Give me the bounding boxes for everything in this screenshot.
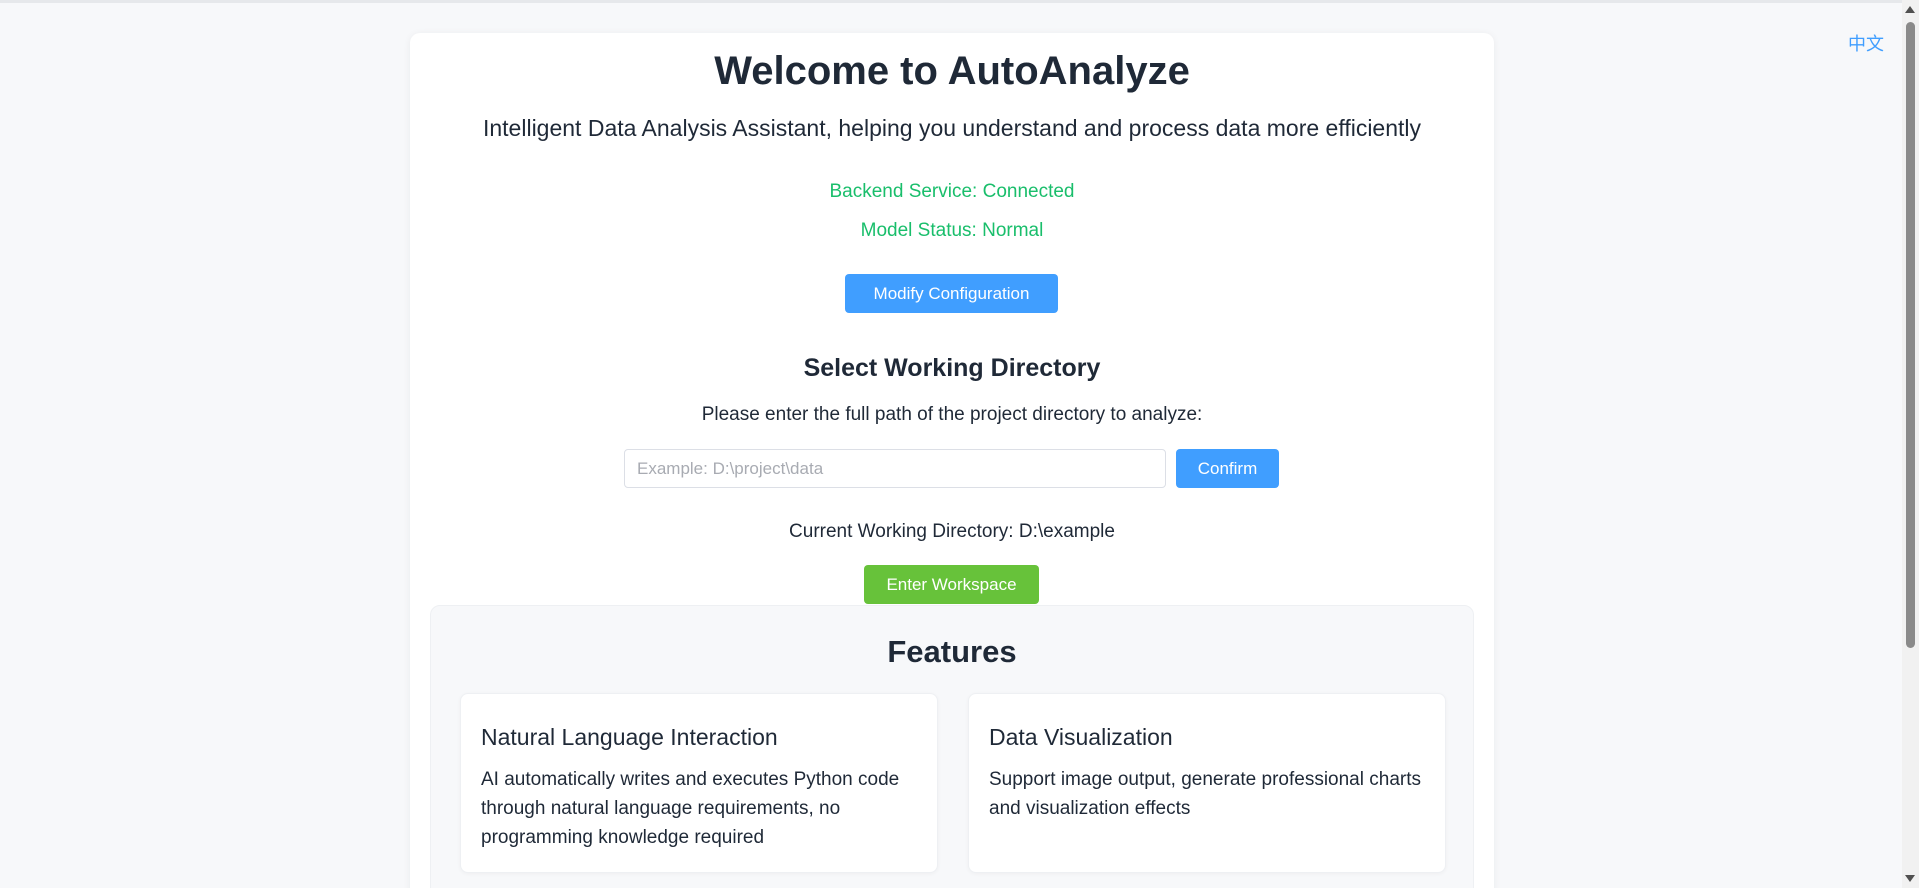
features-title: Features	[887, 634, 1017, 669]
current-working-directory: Current Working Directory: D:\example	[789, 521, 1115, 542]
modify-configuration-button[interactable]: Modify Configuration	[845, 274, 1058, 313]
backend-status: Backend Service: Connected	[829, 181, 1075, 202]
top-divider	[0, 0, 1919, 3]
welcome-card: Welcome to AutoAnalyze Intelligent Data …	[410, 33, 1494, 888]
feature-description: Support image output, generate professio…	[989, 769, 1421, 819]
directory-instruction: Please enter the full path of the projec…	[701, 404, 1203, 425]
scrollbar-thumb[interactable]	[1906, 22, 1915, 648]
confirm-button[interactable]: Confirm	[1176, 449, 1279, 488]
feature-card-data-visualization: Data Visualization Support image output,…	[968, 693, 1446, 873]
features-section: Features Natural Language Interaction AI…	[430, 605, 1474, 888]
directory-path-input[interactable]	[624, 449, 1166, 488]
scroll-down-arrow-icon[interactable]	[1905, 875, 1915, 882]
feature-title: Data Visualization	[989, 724, 1173, 750]
feature-card-natural-language: Natural Language Interaction AI automati…	[460, 693, 938, 873]
scroll-up-arrow-icon[interactable]	[1905, 6, 1915, 13]
page-title: Welcome to AutoAnalyze	[714, 49, 1190, 93]
feature-title: Natural Language Interaction	[481, 724, 778, 750]
directory-section-title: Select Working Directory	[803, 354, 1101, 382]
language-switch-link[interactable]: 中文	[1848, 30, 1884, 56]
feature-description: AI automatically writes and executes Pyt…	[481, 769, 900, 848]
page-subtitle: Intelligent Data Analysis Assistant, hel…	[482, 115, 1422, 141]
vertical-scrollbar[interactable]	[1902, 0, 1919, 888]
model-status: Model Status: Normal	[860, 220, 1044, 241]
enter-workspace-button[interactable]: Enter Workspace	[864, 565, 1039, 604]
